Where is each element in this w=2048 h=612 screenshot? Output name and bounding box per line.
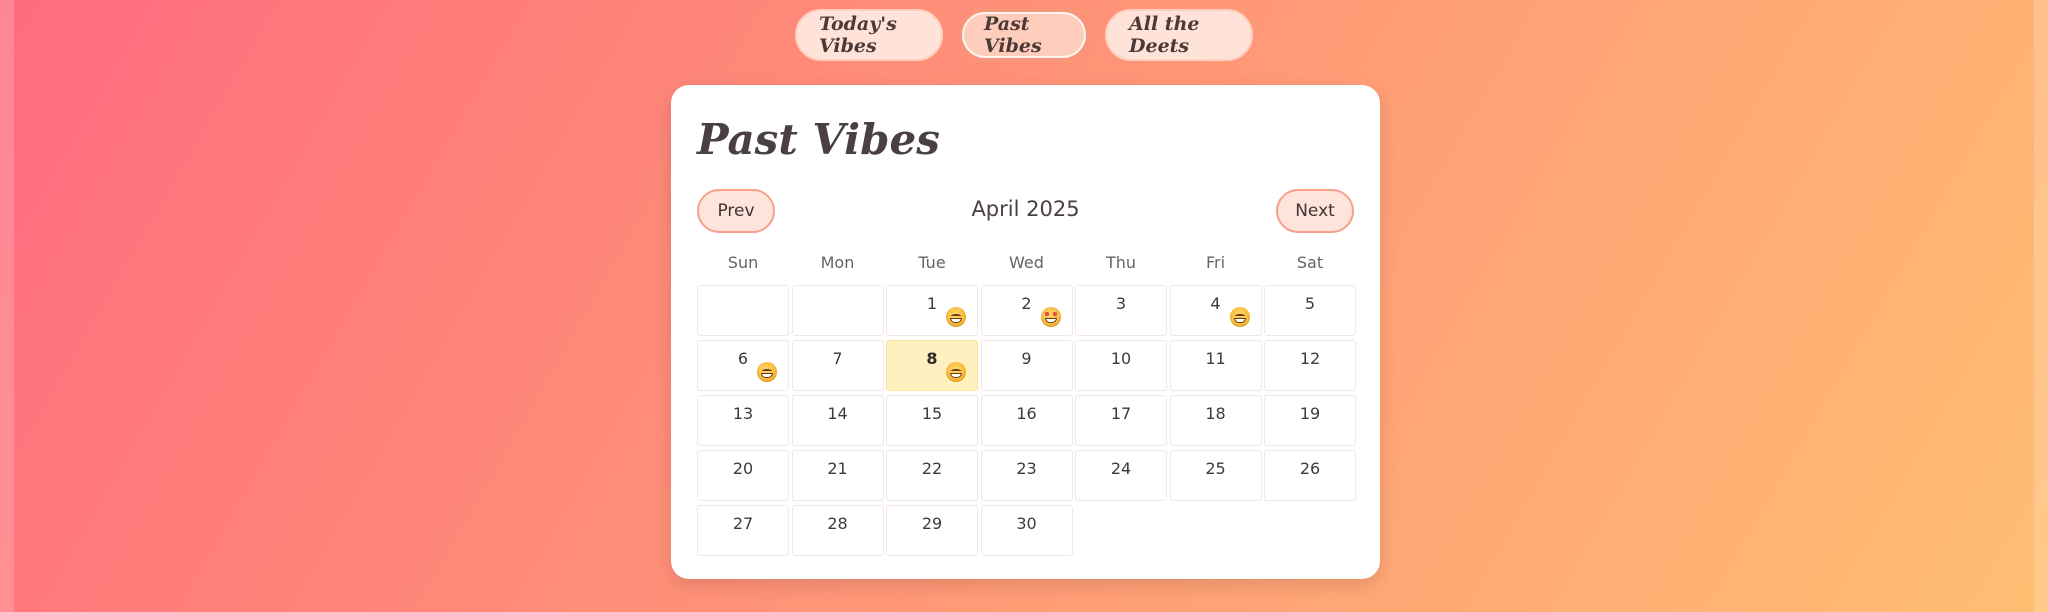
page-edge-left bbox=[0, 0, 14, 612]
day-number: 3 bbox=[1115, 294, 1127, 313]
calendar-day-cell[interactable]: 21 bbox=[791, 450, 884, 501]
calendar-day-cell[interactable]: 9 bbox=[980, 340, 1073, 391]
day-number: 17 bbox=[1110, 404, 1132, 423]
calendar-day-cell[interactable]: 19 bbox=[1264, 395, 1356, 446]
day-number: 14 bbox=[827, 404, 848, 423]
day-number: 28 bbox=[827, 514, 848, 533]
calendar-day-cell-today[interactable]: 8 bbox=[886, 340, 978, 391]
day-number: 13 bbox=[732, 404, 754, 423]
calendar-empty-cell bbox=[791, 285, 884, 336]
calendar-day-cell[interactable]: 1 bbox=[886, 285, 978, 336]
day-number: 29 bbox=[921, 514, 943, 533]
calendar-day-cell[interactable]: 4 bbox=[1169, 285, 1262, 336]
tab-all-the-deets[interactable]: All the Deets bbox=[1105, 9, 1253, 61]
calendar-day-cell[interactable]: 6 bbox=[697, 340, 789, 391]
calendar-day-cell[interactable]: 27 bbox=[697, 505, 789, 556]
grin-icon bbox=[1229, 307, 1250, 327]
calendar-day-cell[interactable]: 24 bbox=[1075, 450, 1167, 501]
calendar-day-cell[interactable]: 5 bbox=[1264, 285, 1356, 336]
day-number: 9 bbox=[1021, 349, 1032, 368]
calendar-day-cell[interactable]: 7 bbox=[791, 340, 884, 391]
past-vibes-card: Past Vibes Prev April 2025 Next Sun Mon … bbox=[671, 85, 1380, 579]
calendar-day-cell[interactable]: 16 bbox=[980, 395, 1073, 446]
day-number: 25 bbox=[1205, 459, 1226, 478]
day-number: 16 bbox=[1016, 404, 1037, 423]
calendar-day-cell[interactable]: 28 bbox=[791, 505, 884, 556]
grin-icon bbox=[946, 307, 966, 327]
page-edge-right bbox=[2034, 0, 2048, 612]
weekday-header: Sun Mon Tue Wed Thu Fri Sat bbox=[697, 253, 1356, 272]
weekday-label: Thu bbox=[1105, 253, 1137, 272]
grin-icon bbox=[757, 362, 777, 382]
weekday-label: Wed bbox=[1009, 253, 1044, 272]
day-number: 27 bbox=[732, 514, 754, 533]
top-nav: Today's Vibes Past Vibes All the Deets bbox=[0, 9, 2048, 61]
day-number: 15 bbox=[921, 404, 943, 423]
page-title: Past Vibes bbox=[697, 115, 940, 164]
calendar-empty-cell bbox=[697, 285, 789, 336]
calendar-day-cell[interactable]: 20 bbox=[697, 450, 789, 501]
calendar-day-cell[interactable]: 18 bbox=[1169, 395, 1262, 446]
calendar-day-cell[interactable]: 29 bbox=[886, 505, 978, 556]
calendar-grid: 1 2 3 4 5 6 7 8 9 10 11 12 13 14 15 16 1… bbox=[697, 285, 1356, 556]
star-struck-icon bbox=[1040, 307, 1061, 327]
calendar-day-cell[interactable]: 17 bbox=[1075, 395, 1167, 446]
weekday-label: Tue bbox=[918, 253, 946, 272]
day-number: 10 bbox=[1110, 349, 1132, 368]
weekday-label: Fri bbox=[1205, 253, 1226, 272]
day-number: 23 bbox=[1016, 459, 1037, 478]
calendar-day-cell[interactable]: 11 bbox=[1169, 340, 1262, 391]
calendar-day-cell[interactable]: 12 bbox=[1264, 340, 1356, 391]
month-label: April 2025 bbox=[971, 197, 1080, 221]
day-number: 30 bbox=[1016, 514, 1037, 533]
tab-past-vibes[interactable]: Past Vibes bbox=[959, 9, 1089, 61]
next-month-button[interactable]: Next bbox=[1276, 189, 1354, 233]
calendar-day-cell[interactable]: 22 bbox=[886, 450, 978, 501]
grin-icon bbox=[946, 362, 966, 382]
weekday-label: Sun bbox=[727, 253, 759, 272]
calendar-day-cell[interactable]: 23 bbox=[980, 450, 1073, 501]
day-number: 20 bbox=[732, 459, 754, 478]
day-number: 24 bbox=[1110, 459, 1132, 478]
calendar-day-cell[interactable]: 25 bbox=[1169, 450, 1262, 501]
day-number: 18 bbox=[1205, 404, 1226, 423]
day-number: 19 bbox=[1299, 404, 1321, 423]
calendar-day-cell[interactable]: 10 bbox=[1075, 340, 1167, 391]
calendar-day-cell[interactable]: 30 bbox=[980, 505, 1073, 556]
day-number: 22 bbox=[921, 459, 943, 478]
calendar-day-cell[interactable]: 15 bbox=[886, 395, 978, 446]
day-number: 7 bbox=[832, 349, 843, 368]
calendar-day-cell[interactable]: 13 bbox=[697, 395, 789, 446]
calendar-day-cell[interactable]: 2 bbox=[980, 285, 1073, 336]
day-number: 21 bbox=[827, 459, 848, 478]
calendar-day-cell[interactable]: 14 bbox=[791, 395, 884, 446]
calendar-day-cell[interactable]: 3 bbox=[1075, 285, 1167, 336]
weekday-label: Sat bbox=[1296, 253, 1324, 272]
day-number: 11 bbox=[1205, 349, 1226, 368]
calendar-day-cell[interactable]: 26 bbox=[1264, 450, 1356, 501]
day-number: 5 bbox=[1304, 294, 1316, 313]
tab-todays-vibes[interactable]: Today's Vibes bbox=[795, 9, 943, 61]
weekday-label: Mon bbox=[820, 253, 855, 272]
day-number: 12 bbox=[1299, 349, 1321, 368]
day-number: 26 bbox=[1299, 459, 1321, 478]
